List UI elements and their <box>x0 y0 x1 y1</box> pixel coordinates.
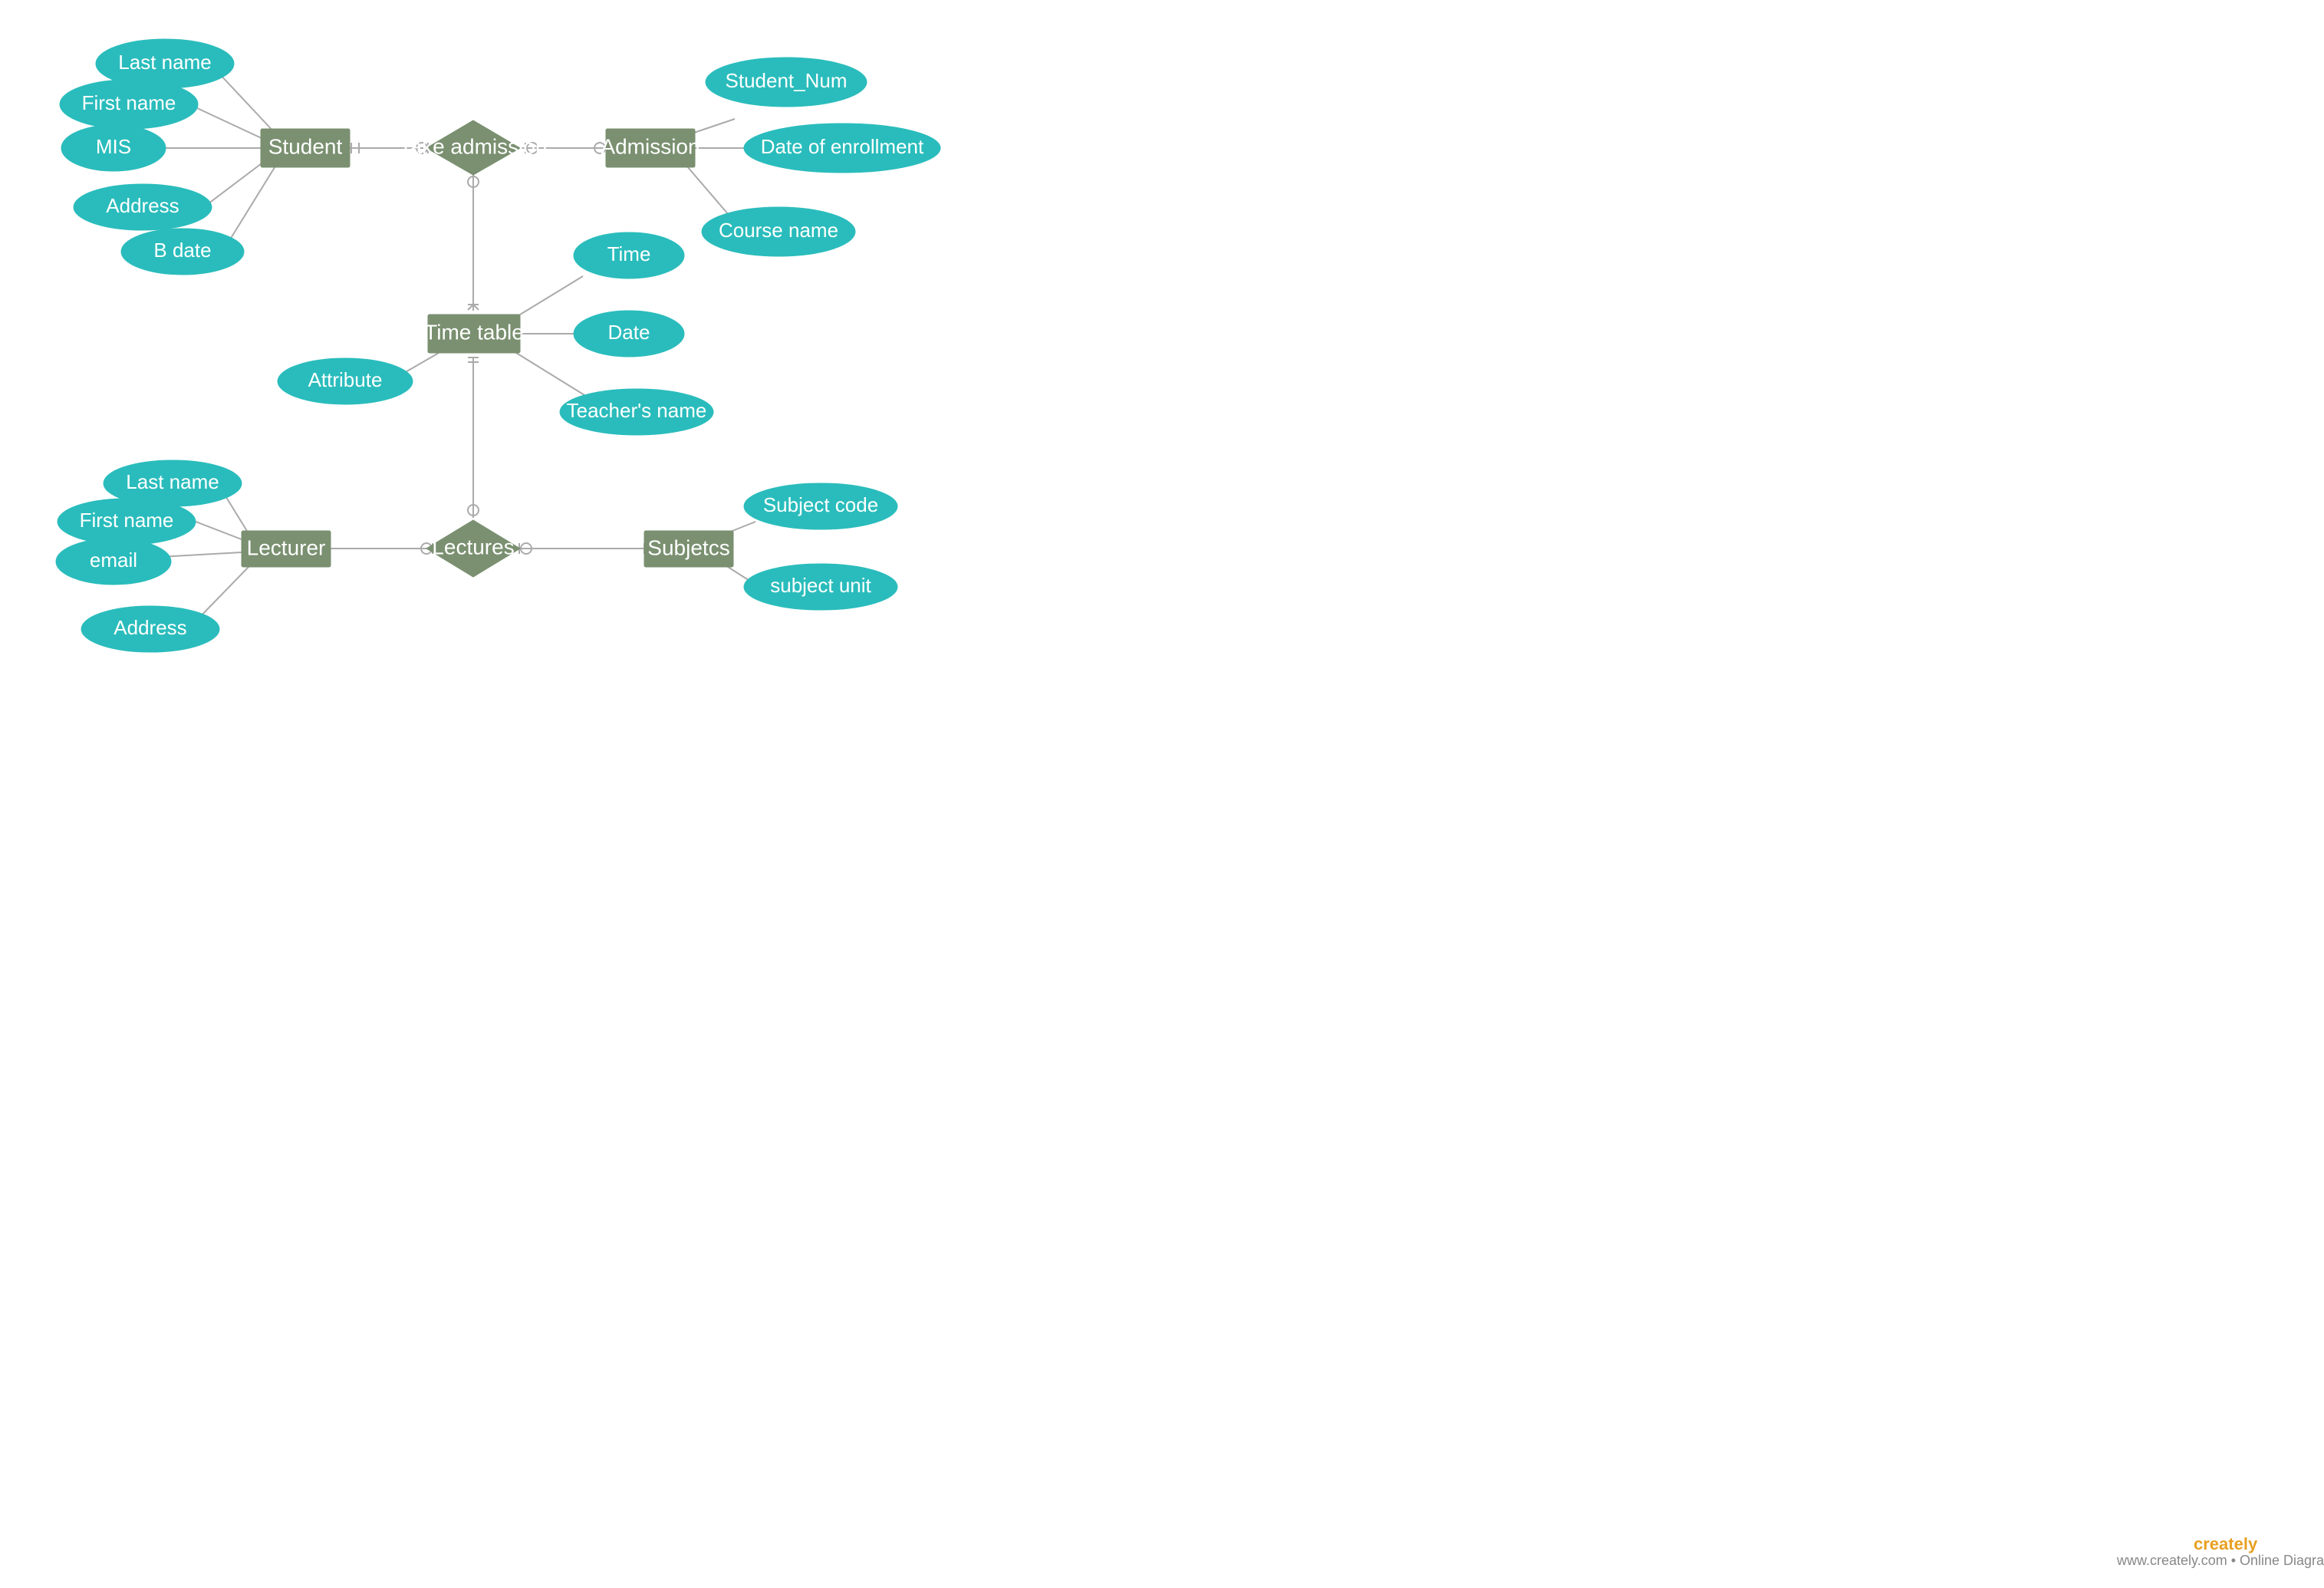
attr-teacher-name-label: Teacher's name <box>567 399 707 422</box>
attr-last-name-lecturer-label: Last name <box>126 470 219 493</box>
admission-label: Admission <box>601 134 700 158</box>
attr-address-student-label: Address <box>106 194 179 217</box>
attr-subject-unit-label: subject unit <box>770 574 871 597</box>
attr-time-label: Time <box>607 242 651 265</box>
attr-subject-code-label: Subject code <box>763 493 878 516</box>
watermark-tagline: www.creately.com • Online Diagramming <box>2116 1553 2324 1568</box>
attr-student-num-label: Student_Num <box>726 69 848 92</box>
attr-enrollment-label: Date of enrollment <box>761 135 924 158</box>
attr-email-label: email <box>90 549 137 572</box>
attr-course-name-label: Course name <box>719 219 838 242</box>
attr-last-name-student-label: Last name <box>118 51 211 74</box>
attr-first-name-lecturer-label: First name <box>80 509 174 532</box>
attr-bdate-label: B date <box>153 239 211 262</box>
attr-date-label: Date <box>608 321 650 344</box>
student-label: Student <box>268 134 343 158</box>
er-diagram: Student Admission Time table Lecturer Su… <box>0 0 2324 1588</box>
lectures-label: Lectures <box>432 535 514 558</box>
take-admission-label: Take admission <box>400 134 548 158</box>
attr-first-name-student-label: First name <box>82 91 176 114</box>
timetable-label: Time table <box>424 320 524 344</box>
watermark-brand: creately <box>2194 1534 2258 1553</box>
attr-attribute-label: Attribute <box>308 368 383 391</box>
attr-mis-label: MIS <box>96 135 131 158</box>
lecturer-label: Lecturer <box>247 535 326 559</box>
attr-address-lecturer-label: Address <box>114 616 186 639</box>
subjetcs-label: Subjetcs <box>647 535 729 559</box>
